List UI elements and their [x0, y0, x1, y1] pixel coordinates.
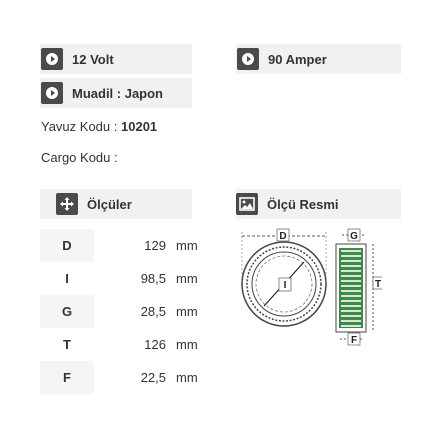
measurement-unit: mm	[176, 271, 198, 286]
side-stripe	[341, 280, 361, 282]
measurement-key: D	[40, 229, 94, 262]
side-stripe	[341, 300, 361, 302]
drawing-title: Ölçü Resmi	[267, 196, 339, 212]
side-stripe	[341, 270, 361, 272]
side-stripe	[341, 285, 361, 287]
side-stripe	[341, 250, 361, 252]
image-icon	[236, 193, 258, 215]
side-stripe	[341, 305, 361, 307]
label-i: I	[284, 280, 287, 291]
measurement-value: 22,5	[140, 370, 166, 385]
chevron-right-icon[interactable]	[41, 48, 63, 70]
measurement-unit: mm	[176, 337, 198, 352]
side-stripe	[341, 295, 361, 297]
measurements-table: D 129 mm I 98,5 mm G 28,5 mm T 126 mm F 22,5 mm	[40, 229, 221, 394]
equivalent-row: Muadil : Japon	[40, 78, 192, 108]
measurement-key: T	[40, 328, 94, 361]
measurement-key: G	[40, 295, 94, 328]
dimension-drawing: I D G T F	[241, 228, 382, 346]
drawing-header: Ölçü Resmi	[236, 189, 401, 219]
move-arrows-icon	[56, 193, 78, 215]
measurement-row: G 28,5 mm	[40, 295, 221, 328]
chevron-right-icon[interactable]	[41, 82, 63, 104]
measurements-header: Ölçüler	[40, 189, 192, 219]
amperage-value: 90 Amper	[268, 51, 327, 67]
side-stripe	[341, 265, 361, 267]
cargo-code: Cargo Kodu :	[41, 150, 118, 165]
measurement-row: I 98,5 mm	[40, 262, 221, 295]
measurement-value: 129	[144, 238, 166, 253]
side-stripe	[341, 320, 361, 322]
measurement-unit: mm	[176, 238, 198, 253]
measurement-unit: mm	[176, 370, 198, 385]
label-d: D	[279, 231, 286, 242]
measurements-title: Ölçüler	[87, 196, 132, 212]
side-stripe	[341, 290, 361, 292]
side-stripe	[341, 255, 361, 257]
side-stripe	[341, 275, 361, 277]
chevron-right-icon[interactable]	[237, 48, 259, 70]
side-stripe	[341, 315, 361, 317]
amperage-row: 90 Amper	[236, 44, 401, 74]
measurement-row: D 129 mm	[40, 229, 221, 262]
cargo-code-label: Cargo Kodu :	[41, 150, 118, 165]
yavuz-code-label: Yavuz Kodu :	[41, 119, 118, 134]
measurement-key: F	[40, 361, 94, 394]
voltage-row: 12 Volt	[40, 44, 192, 74]
measurement-value: 98,5	[140, 271, 166, 286]
measurement-row: T 126 mm	[40, 328, 221, 361]
yavuz-code: Yavuz Kodu : 10201	[41, 119, 157, 134]
label-f: F	[351, 335, 357, 346]
side-stripe	[341, 260, 361, 262]
equivalent-value: Muadil : Japon	[72, 85, 163, 101]
side-stripe	[341, 325, 361, 327]
measurement-value: 126	[144, 337, 166, 352]
side-view	[335, 243, 367, 333]
side-stripe	[341, 310, 361, 312]
measurement-row: F 22,5 mm	[40, 361, 221, 394]
yavuz-code-value: 10201	[121, 119, 158, 134]
label-t: T	[375, 279, 381, 290]
measurement-value: 28,5	[140, 304, 166, 319]
measurement-key: I	[40, 262, 94, 295]
label-g: G	[350, 231, 358, 242]
voltage-value: 12 Volt	[72, 51, 114, 67]
measurement-unit: mm	[176, 304, 198, 319]
